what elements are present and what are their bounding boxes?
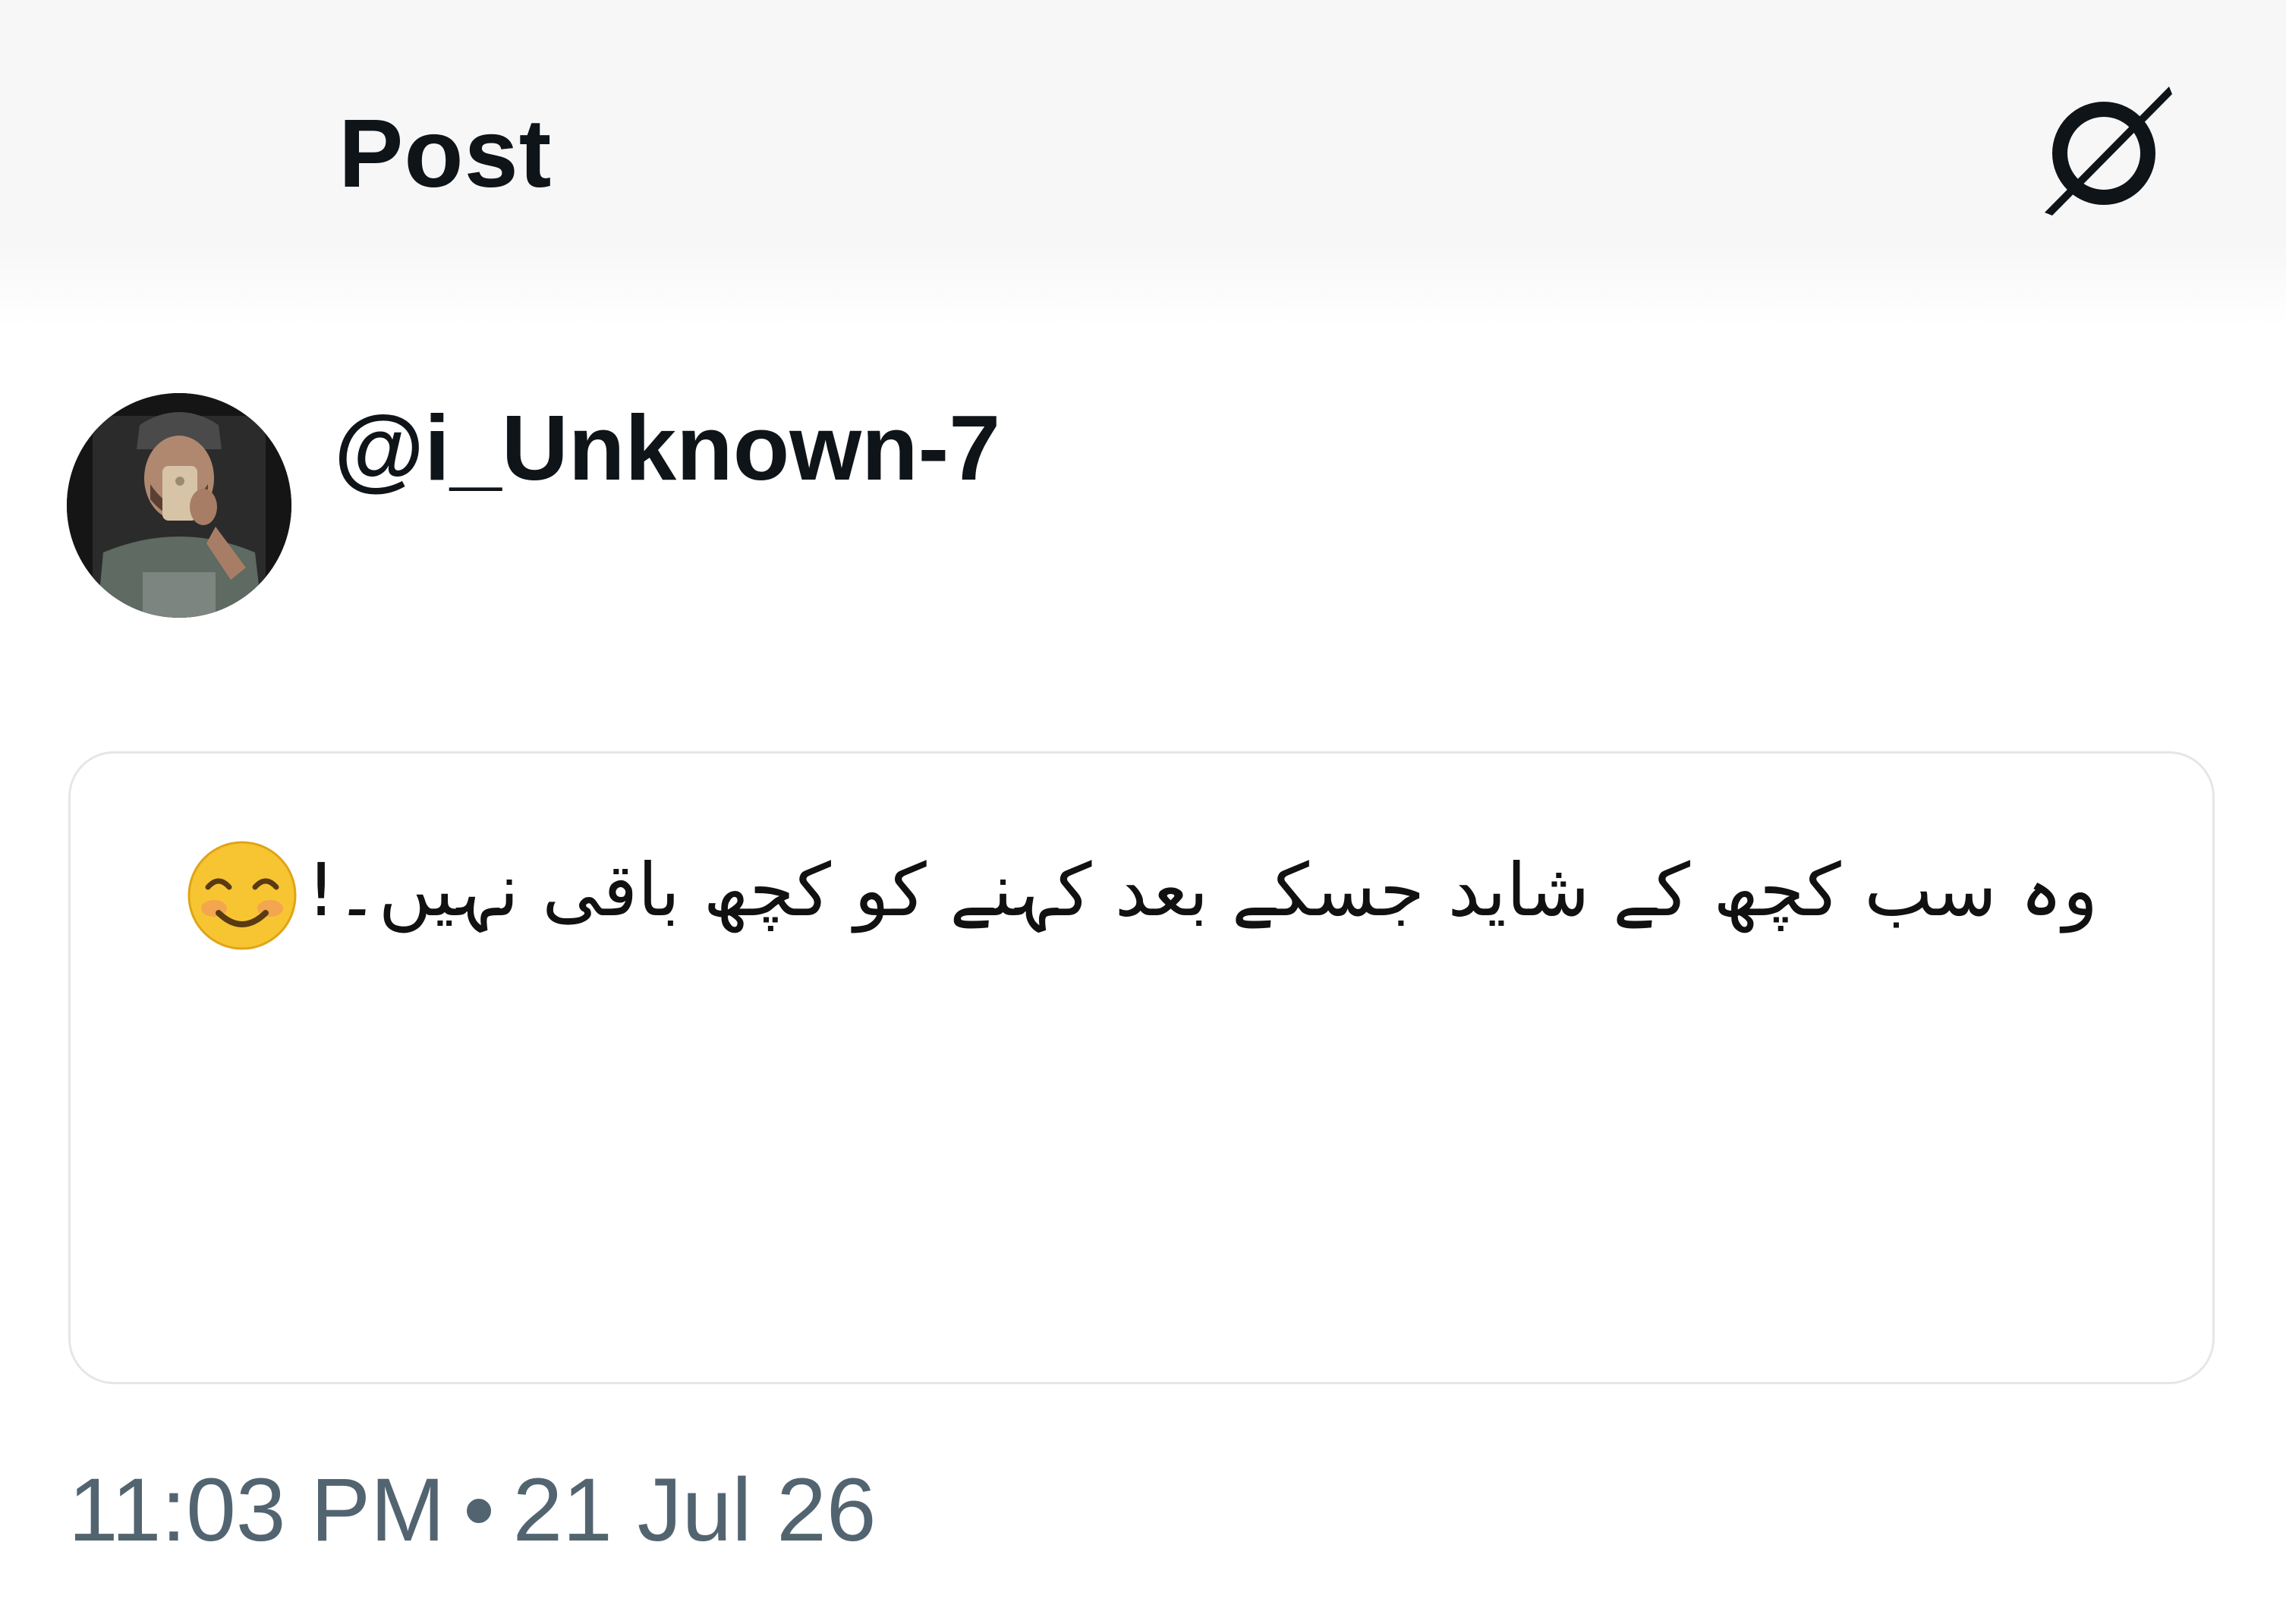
post-date: 21 Jul 26 <box>512 1460 877 1560</box>
avatar[interactable] <box>67 393 291 618</box>
smiling-face-icon <box>185 839 299 952</box>
page-title: Post <box>338 99 553 208</box>
post-text: وہ سب کچھ کے شاید جسکے بعد کہنے کو کچھ ب… <box>306 848 2099 933</box>
post-card: وہ سب کچھ کے شاید جسکے بعد کہنے کو کچھ ب… <box>68 751 2215 1384</box>
top-bar: Post <box>0 0 2286 326</box>
author-handle[interactable]: @i_Unknown-7 <box>334 395 1000 501</box>
post-time: 11:03 PM <box>68 1460 446 1560</box>
timestamp-separator: • <box>463 1460 495 1560</box>
post-timestamp: 11:03 PM • 21 Jul 26 <box>68 1457 877 1563</box>
post-page: Post @i_Unknown-7 وہ سب کچھ کے شاید جسکے… <box>0 0 2286 1624</box>
post-text-line: وہ سب کچھ کے شاید جسکے بعد کہنے کو کچھ ب… <box>71 837 2212 952</box>
grok-slash-icon[interactable] <box>2034 83 2178 220</box>
